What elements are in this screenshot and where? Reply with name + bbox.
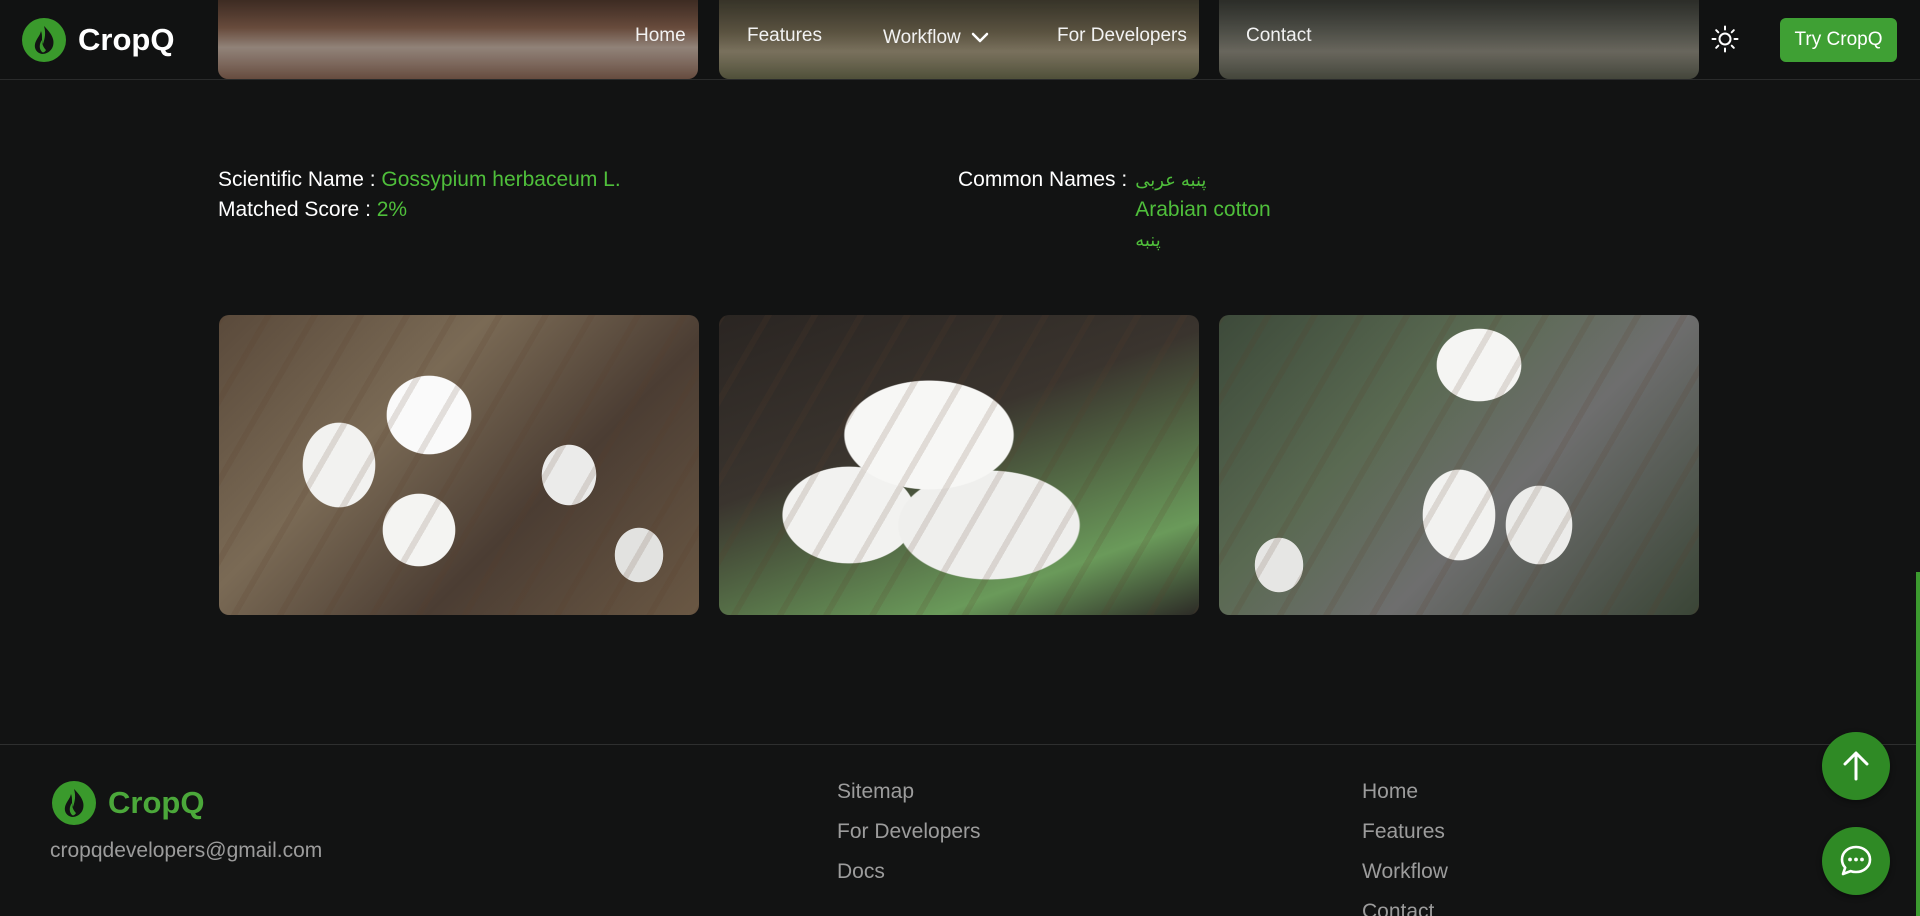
top-navbar: CropQ Home Features Workflow For Develop… — [0, 0, 1920, 80]
plant-photo-3[interactable] — [1219, 315, 1699, 615]
footer-link-features[interactable]: Features — [1362, 819, 1448, 844]
scientific-name-value: Gossypium herbaceum L. — [381, 168, 621, 191]
leaf-flame-icon — [22, 18, 66, 62]
matched-score-label: Matched Score : — [218, 198, 371, 221]
chat-button[interactable] — [1822, 827, 1890, 895]
arrow-up-icon — [1843, 751, 1869, 781]
common-names-row: Common Names : پنبه عربی Arabian cotton … — [958, 165, 1271, 255]
page: CropQ Home Features Workflow For Develop… — [0, 0, 1920, 916]
common-name-item: پنبه — [1135, 230, 1161, 250]
footer-links-pages: Home Features Workflow Contact — [1362, 779, 1448, 916]
footer-link-home[interactable]: Home — [1362, 779, 1448, 804]
footer-link-workflow[interactable]: Workflow — [1362, 859, 1448, 884]
page-scrollbar[interactable] — [1916, 572, 1920, 916]
scientific-name-label: Scientific Name : — [218, 168, 376, 191]
footer-brand-name: CropQ — [108, 785, 205, 820]
footer-link-sitemap[interactable]: Sitemap — [837, 779, 981, 804]
sun-icon — [1711, 25, 1739, 53]
nav-workflow-label: Workflow — [883, 27, 961, 48]
common-name-item: پنبه عربی — [1135, 170, 1207, 190]
footer-links-resources: Sitemap For Developers Docs — [837, 779, 981, 884]
common-name-item: Arabian cotton — [1135, 198, 1271, 221]
matched-score-value: 2% — [376, 198, 408, 221]
footer-link-docs[interactable]: Docs — [837, 859, 981, 884]
footer-link-contact[interactable]: Contact — [1362, 899, 1448, 916]
nav-for-developers[interactable]: For Developers — [1057, 25, 1187, 47]
footer-link-for-developers[interactable]: For Developers — [837, 819, 981, 844]
common-names-list: پنبه عربی Arabian cotton پنبه — [1135, 165, 1270, 255]
footer: CropQ cropqdevelopers@gmail.com Sitemap … — [0, 744, 1920, 916]
plant-photo-2[interactable] — [719, 315, 1199, 615]
nav-contact[interactable]: Contact — [1246, 25, 1311, 47]
matched-score-row: Matched Score : 2% — [218, 195, 407, 225]
plant-photo-1[interactable] — [219, 315, 699, 615]
common-names-label: Common Names : — [958, 168, 1128, 191]
scientific-name-row: Scientific Name : Gossypium herbaceum L. — [218, 165, 621, 195]
chevron-down-icon — [971, 32, 989, 43]
footer-brand[interactable]: CropQ — [52, 781, 204, 825]
try-cropq-button[interactable]: Try CropQ — [1780, 18, 1897, 62]
footer-email-link[interactable]: cropqdevelopers@gmail.com — [50, 839, 322, 863]
nav-workflow-dropdown[interactable]: Workflow — [883, 27, 989, 49]
nav-features[interactable]: Features — [747, 25, 822, 47]
header-image-strip-1 — [218, 0, 698, 79]
chat-bubble-icon — [1840, 845, 1872, 876]
scroll-to-top-button[interactable] — [1822, 732, 1890, 800]
theme-toggle-button[interactable] — [1710, 24, 1740, 54]
brand-logo-link[interactable]: CropQ — [22, 18, 174, 62]
brand-name: CropQ — [78, 22, 175, 57]
nav-home[interactable]: Home — [635, 25, 686, 47]
leaf-flame-icon — [52, 781, 96, 825]
